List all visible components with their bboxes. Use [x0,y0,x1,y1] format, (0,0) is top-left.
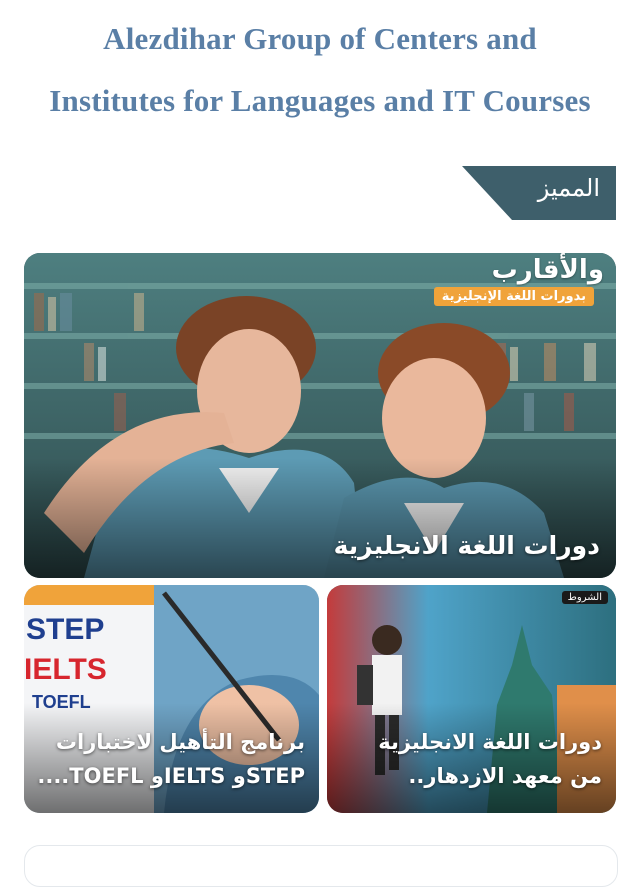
card-caption-line-1: برنامج التأهيل لاختبارات [55,730,305,754]
site-title-line-1: Alezdihar Group of Centers and [103,21,537,56]
featured-card-test-prep[interactable]: STEP IELTS TOEFL برنامج التأهيل لاختبارا… [24,585,319,813]
card-caption: برنامج التأهيل لاختبارات STEPو IELTSو TO… [35,725,305,793]
card-shade [24,458,616,578]
site-title: Alezdihar Group of Centers and Institute… [0,8,640,132]
card-caption-line-2: STEPو IELTSو TOEFL.... [37,764,305,788]
section-header-featured: المميز [462,166,616,220]
card-caption: دورات اللغة الانجليزية من معهد الازدهار.… [342,725,602,793]
card-brand-text: والأقارب [491,255,604,285]
card-caption-line-1: دورات اللغة الانجليزية [378,730,602,754]
step-text: STEP [26,613,105,646]
featured-card-english-courses[interactable]: والأقارب بدورات اللغة الإنجليزية دورات ا… [24,253,616,578]
card-caption: دورات اللغة الانجليزية [333,531,600,560]
card-badge: بدورات اللغة الإنجليزية [433,287,594,306]
section-title: المميز [537,174,600,202]
next-card-partial[interactable] [24,845,618,887]
ielts-text: IELTS [24,653,107,686]
site-title-line-2: Institutes for Languages and IT Courses [49,83,591,118]
featured-card-english-institute[interactable]: الشروط دورات اللغة الانجليزية من معهد ال… [327,585,616,813]
card-caption-line-2: من معهد الازدهار.. [408,764,602,788]
test-names: STEP IELTS TOEFL [24,613,107,712]
card-tag: الشروط [561,591,608,604]
